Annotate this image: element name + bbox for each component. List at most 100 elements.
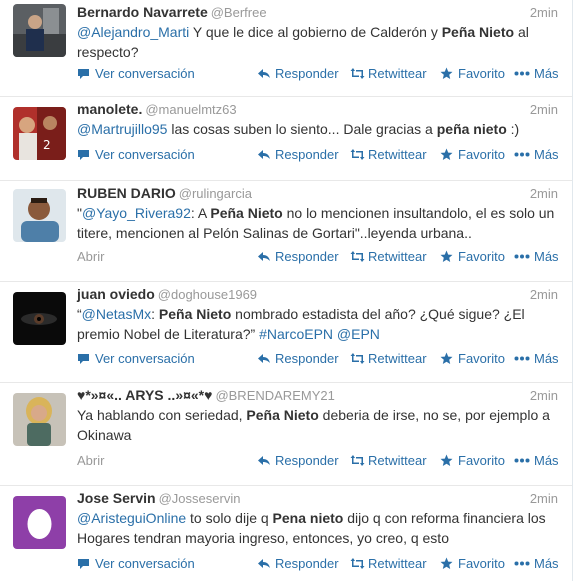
tweet-timestamp[interactable]: 2min	[530, 186, 558, 201]
tweet-item[interactable]: juan oviedo @doghouse1969 2min “@NetasMx:…	[0, 282, 572, 383]
favorite-button[interactable]: Favorito	[440, 351, 505, 366]
retweet-label: Retwittear	[368, 66, 427, 81]
tweet-username[interactable]: @manuelmtz63	[145, 102, 236, 117]
mention-link[interactable]: @Martrujillo95	[77, 121, 167, 137]
retweet-label: Retwittear	[368, 249, 427, 264]
tweet-item[interactable]: RUBEN DARIO @rulingarcia 2min "@Yayo_Rive…	[0, 181, 572, 282]
tweet-timestamp[interactable]: 2min	[530, 287, 558, 302]
mention-link[interactable]: @NetasMx	[82, 306, 151, 322]
tweet-timestamp[interactable]: 2min	[530, 5, 558, 20]
tweet-fullname[interactable]: juan oviedo	[77, 286, 155, 302]
expand-label: Abrir	[77, 249, 105, 264]
highlighted-keyword: Pena nieto	[272, 510, 344, 526]
tweet-text-segment: to solo dije q	[186, 510, 273, 526]
reply-label: Responder	[275, 147, 339, 162]
tweet-item[interactable]: Jose Servin @Josseservin 2min @AristeguiO…	[0, 486, 572, 581]
tweet-username[interactable]: @rulingarcia	[179, 186, 252, 201]
tweet-username[interactable]: @Josseservin	[159, 491, 241, 506]
svg-text:2: 2	[43, 138, 51, 152]
reply-arrow-icon	[257, 148, 271, 161]
favorite-button[interactable]: Favorito	[440, 556, 505, 571]
reply-label: Responder	[275, 453, 339, 468]
hashtag-link[interactable]: #NarcoEPN	[259, 326, 333, 342]
tweet-timestamp[interactable]: 2min	[530, 388, 558, 403]
reply-arrow-icon	[257, 250, 271, 263]
expand-tweet-link[interactable]: Abrir	[77, 249, 104, 264]
favorite-label: Favorito	[458, 66, 505, 81]
tweet-fullname[interactable]: Bernardo Navarrete	[77, 4, 208, 20]
highlighted-keyword: Peña Nieto	[441, 24, 515, 40]
view-conversation-label: Ver conversación	[95, 351, 195, 366]
view-conversation-label: Ver conversación	[95, 556, 195, 571]
retweet-label: Retwittear	[368, 556, 427, 571]
reply-label: Responder	[275, 556, 339, 571]
tweet-timestamp[interactable]: 2min	[530, 102, 558, 117]
more-button[interactable]: Más	[514, 453, 559, 468]
avatar[interactable]: 2	[13, 107, 66, 160]
speech-bubble-icon	[77, 557, 91, 570]
reply-arrow-icon	[257, 67, 271, 80]
reply-button[interactable]: Responder	[257, 66, 339, 81]
favorite-button[interactable]: Favorito	[440, 249, 505, 264]
mention-link[interactable]: @EPN	[337, 326, 380, 342]
avatar[interactable]	[13, 189, 66, 242]
expand-tweet-link[interactable]: Abrir	[77, 453, 104, 468]
default-egg-avatar[interactable]	[13, 496, 66, 549]
tweet-text-segment: : A	[190, 205, 211, 221]
retweet-button[interactable]: Retwittear	[350, 147, 427, 162]
tweet-item[interactable]: 2 manolete. @manuelmtz63 2min @Martrujill…	[0, 97, 572, 181]
more-label: Más	[534, 249, 559, 264]
ellipsis-icon	[514, 250, 530, 263]
more-button[interactable]: Más	[514, 249, 559, 264]
mention-link[interactable]: @AristeguiOnline	[77, 510, 186, 526]
tweet-username[interactable]: @BRENDAREMY21	[215, 388, 334, 403]
reply-button[interactable]: Responder	[257, 453, 339, 468]
tweet-fullname[interactable]: Jose Servin	[77, 490, 156, 506]
view-conversation-link[interactable]: Ver conversación	[77, 66, 195, 81]
tweet-fullname[interactable]: manolete.	[77, 101, 142, 117]
tweet-fullname[interactable]: RUBEN DARIO	[77, 185, 176, 201]
reply-arrow-icon	[257, 454, 271, 467]
tweet-username[interactable]: @doghouse1969	[158, 287, 257, 302]
view-conversation-link[interactable]: Ver conversación	[77, 351, 195, 366]
tweet-text: @Martrujillo95 las cosas suben lo siento…	[77, 119, 562, 139]
reply-arrow-icon	[257, 557, 271, 570]
tweet-text-segment: Y que le dice al gobierno de Calderón y	[189, 24, 442, 40]
more-button[interactable]: Más	[514, 147, 559, 162]
more-button[interactable]: Más	[514, 556, 559, 571]
retweet-button[interactable]: Retwittear	[350, 351, 427, 366]
tweet-timestamp[interactable]: 2min	[530, 491, 558, 506]
tweet-item[interactable]: Bernardo Navarrete @Berfree 2min @Alejand…	[0, 0, 572, 97]
favorite-button[interactable]: Favorito	[440, 147, 505, 162]
mention-link[interactable]: @Yayo_Rivera92	[82, 205, 191, 221]
tweet-fullname[interactable]: ♥*»¤«.. ARYS ..»¤«*♥	[77, 387, 212, 403]
view-conversation-link[interactable]: Ver conversación	[77, 556, 195, 571]
avatar[interactable]	[13, 393, 66, 446]
mention-link[interactable]: @Alejandro_Marti	[77, 24, 189, 40]
more-button[interactable]: Más	[514, 66, 559, 81]
reply-button[interactable]: Responder	[257, 249, 339, 264]
retweet-button[interactable]: Retwittear	[350, 556, 427, 571]
more-button[interactable]: Más	[514, 351, 559, 366]
tweet-header: juan oviedo @doghouse1969 2min	[77, 286, 560, 304]
view-conversation-link[interactable]: Ver conversación	[77, 147, 195, 162]
retweet-label: Retwittear	[368, 453, 427, 468]
favorite-button[interactable]: Favorito	[440, 453, 505, 468]
retweet-arrows-icon	[350, 250, 365, 263]
reply-button[interactable]: Responder	[257, 147, 339, 162]
ellipsis-icon	[514, 454, 530, 467]
reply-button[interactable]: Responder	[257, 351, 339, 366]
avatar[interactable]	[13, 4, 66, 57]
tweet-actions: Ver conversación Responder Retwittear Fa…	[77, 66, 560, 82]
retweet-button[interactable]: Retwittear	[350, 66, 427, 81]
retweet-button[interactable]: Retwittear	[350, 453, 427, 468]
highlighted-keyword: peña nieto	[436, 121, 507, 137]
speech-bubble-icon	[77, 148, 91, 161]
tweet-item[interactable]: ♥*»¤«.. ARYS ..»¤«*♥ @BRENDAREMY21 2min Y…	[0, 383, 572, 486]
avatar[interactable]	[13, 292, 66, 345]
favorite-button[interactable]: Favorito	[440, 66, 505, 81]
tweet-text: @AristeguiOnline to solo dije q Pena nie…	[77, 508, 562, 548]
tweet-username[interactable]: @Berfree	[211, 5, 267, 20]
retweet-button[interactable]: Retwittear	[350, 249, 427, 264]
reply-button[interactable]: Responder	[257, 556, 339, 571]
